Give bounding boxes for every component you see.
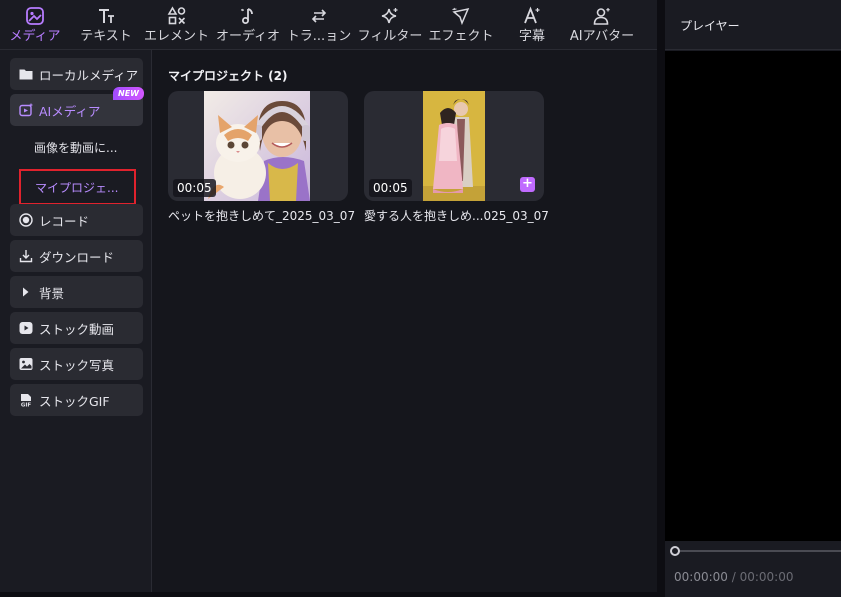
video-editor-window: メディア テキスト エレメント オーディオ トラ...ョン フィルター エフェク…: [0, 0, 841, 597]
preview-screen[interactable]: [665, 51, 841, 541]
player-title: プレイヤー: [680, 19, 740, 33]
tab-audio[interactable]: オーディオ: [213, 0, 283, 50]
add-to-timeline-button[interactable]: +: [520, 177, 535, 192]
current-time: 00:00:00: [674, 570, 728, 584]
sidebar-item-download[interactable]: ダウンロード: [10, 240, 143, 272]
tab-media-label: メディア: [9, 29, 61, 44]
sidebar-item-stock-video[interactable]: ストック動画: [10, 312, 143, 344]
tab-effects[interactable]: エフェクト: [427, 0, 495, 50]
music-note-icon: [237, 5, 259, 27]
triangle-right-icon: [19, 285, 33, 299]
photo-icon: [19, 357, 33, 371]
tab-effects-label: エフェクト: [428, 29, 494, 44]
tab-text-label: テキスト: [80, 29, 132, 44]
tab-media[interactable]: メディア: [4, 0, 66, 50]
sidebar-item-label: レコード: [39, 213, 90, 229]
project-card[interactable]: 00:05: [168, 91, 348, 201]
sidebar-item-label: 背景: [39, 285, 65, 301]
project-card[interactable]: 00:05 +: [364, 91, 544, 201]
sidebar-item-stock-photo[interactable]: ストック写真: [10, 348, 143, 380]
sidebar-item-background[interactable]: 背景: [10, 276, 143, 308]
tab-subtitles-label: 字幕: [518, 29, 545, 44]
media-icon: [24, 5, 46, 27]
sub-item-image-to-video[interactable]: 画像を動画に...: [34, 139, 117, 156]
sidebar-item-label: ストック動画: [39, 321, 115, 337]
media-sidebar: ローカルメディア AIメディア NEW 画像を動画に... マイプロジェ... …: [0, 50, 152, 592]
tab-filters-label: フィルター: [357, 29, 423, 44]
tab-elements-label: エレメント: [143, 29, 209, 44]
new-badge: NEW: [113, 87, 144, 100]
sidebar-item-label: AIメディア: [39, 103, 101, 119]
duration-label: 00:05: [369, 179, 412, 197]
text-icon: [95, 5, 117, 27]
media-library-panel: マイプロジェクト (2) 00:05 ペットを抱きしめて_2025_03_07 …: [152, 50, 657, 592]
tab-transitions-label: トラ...ョン: [286, 29, 352, 44]
tab-text[interactable]: テキスト: [74, 0, 138, 50]
section-title: マイプロジェクト (2): [168, 69, 288, 83]
svg-text:GIF: GIF: [21, 403, 32, 408]
tab-filters[interactable]: フィルター: [355, 0, 425, 50]
record-icon: [19, 213, 33, 227]
elements-icon: [166, 5, 188, 27]
sub-item-my-projects[interactable]: マイプロジェ...: [19, 169, 136, 205]
sparkle-icon: [379, 5, 401, 27]
effect-icon: [450, 5, 472, 27]
avatar-icon: [591, 5, 613, 27]
sidebar-item-record[interactable]: レコード: [10, 204, 143, 236]
time-separator: /: [727, 570, 740, 584]
play-icon: [19, 321, 33, 335]
sidebar-item-label: ローカルメディア: [39, 67, 139, 83]
folder-icon: [19, 67, 33, 81]
sidebar-item-ai-media[interactable]: AIメディア NEW: [10, 87, 144, 126]
playback-scrubber[interactable]: [679, 550, 841, 552]
sidebar-item-label: ストック写真: [39, 357, 115, 373]
transition-arrows-icon: [308, 5, 330, 27]
tab-ai-avatar-label: AIアバター: [569, 29, 635, 44]
duration-label: 00:05: [173, 179, 216, 197]
sidebar-item-stock-gif[interactable]: GIF ストックGIF: [10, 384, 143, 416]
download-icon: [19, 249, 33, 263]
player-panel: プレイヤー 00:00:00 / 00:00:00: [665, 0, 841, 597]
timecode: 00:00:00 / 00:00:00: [674, 570, 793, 584]
project-title[interactable]: ペットを抱きしめて_2025_03_07: [168, 207, 355, 224]
ai-media-icon: [19, 103, 33, 117]
sidebar-item-label: ダウンロード: [39, 249, 115, 265]
bottom-strip: [0, 592, 657, 597]
tab-elements[interactable]: エレメント: [143, 0, 210, 50]
scrubber-handle[interactable]: [670, 546, 680, 556]
tab-transitions[interactable]: トラ...ョン: [286, 0, 352, 50]
total-time: 00:00:00: [739, 570, 794, 584]
media-toolbar: メディア テキスト エレメント オーディオ トラ...ョン フィルター エフェク…: [0, 0, 657, 50]
sidebar-item-label: ストックGIF: [39, 393, 110, 409]
tab-audio-label: オーディオ: [215, 29, 281, 44]
gif-icon: GIF: [19, 393, 33, 407]
project-thumbnail: [204, 91, 310, 201]
tab-ai-avatar[interactable]: AIアバター: [565, 0, 639, 50]
project-thumbnail: [423, 91, 485, 201]
sub-item-my-projects-label: マイプロジェ...: [35, 180, 119, 195]
project-title[interactable]: 愛する人を抱きしめ...025_03_07: [364, 207, 549, 224]
subtitle-a-icon: [521, 5, 543, 27]
tab-subtitles[interactable]: 字幕: [510, 0, 554, 50]
player-header: プレイヤー: [665, 0, 841, 50]
sidebar-item-local-media[interactable]: ローカルメディア: [10, 58, 143, 90]
